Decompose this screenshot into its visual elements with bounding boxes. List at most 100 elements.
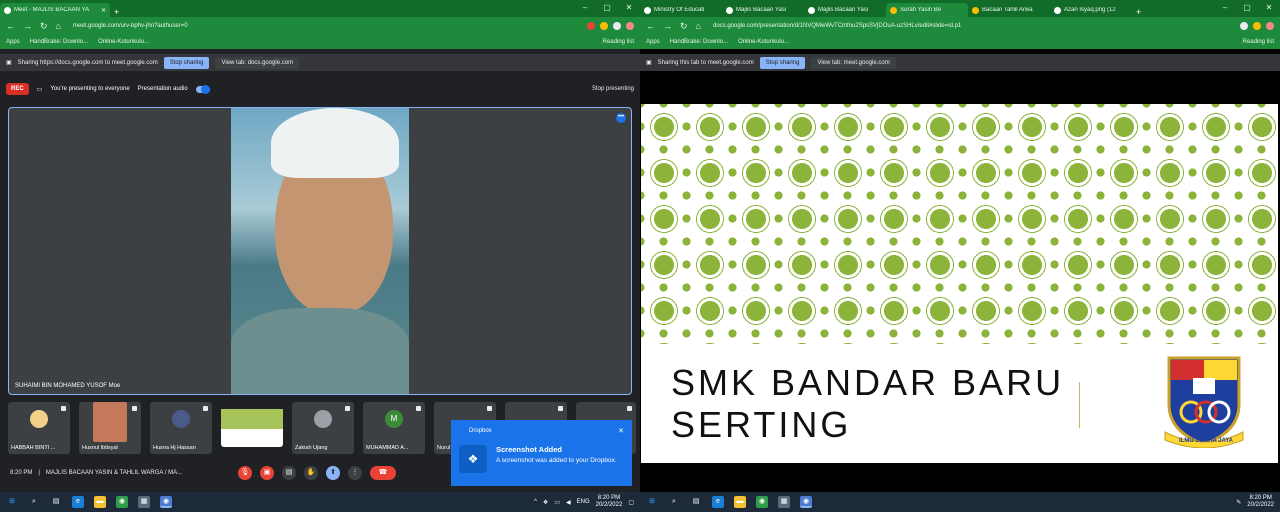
- close-window-icon[interactable]: ✕: [1258, 0, 1280, 17]
- start-icon[interactable]: ⊞: [6, 496, 18, 508]
- volume-icon[interactable]: ◀: [566, 499, 571, 506]
- tab[interactable]: Ministry Of Educati: [640, 3, 722, 17]
- more-options-icon[interactable]: ⋮: [348, 466, 362, 480]
- bookmark-handbrake[interactable]: HandBrake: Downlo...: [30, 39, 88, 45]
- maximize-icon[interactable]: ▢: [1236, 0, 1258, 17]
- participant-tile[interactable]: M MUHAMMAD A...: [363, 402, 425, 454]
- back-icon[interactable]: ←: [6, 21, 15, 31]
- edge-icon[interactable]: e: [72, 496, 84, 508]
- maximize-icon[interactable]: ▢: [596, 0, 618, 17]
- url-field[interactable]: meet.google.com/urv-bphv-jhn?authuser=0: [68, 20, 579, 32]
- avatar-initial: M: [385, 410, 403, 428]
- stop-sharing-button[interactable]: Stop sharing: [759, 56, 806, 69]
- reading-list[interactable]: Reading list: [1243, 39, 1274, 45]
- tab-label: Majlis Bacaan Yasi: [736, 7, 787, 13]
- avatar: [93, 402, 127, 442]
- tab-meet[interactable]: Meet - MAJLIS BACAAN YA ✕: [0, 3, 110, 17]
- network-icon[interactable]: ▭: [554, 499, 560, 506]
- extension-icon[interactable]: [1240, 22, 1248, 30]
- reload-icon[interactable]: ↻: [680, 21, 688, 32]
- clock[interactable]: 8:20 PM 20/2/2022: [1247, 495, 1274, 509]
- home-icon[interactable]: ⌂: [696, 21, 701, 31]
- chrome-icon[interactable]: ◉: [756, 496, 768, 508]
- participant-shirt: [231, 308, 409, 394]
- system-tray: ^ ❖ ▭ ◀ ENG 8:20 PM 20/2/2022 ▢: [534, 495, 634, 509]
- tab[interactable]: Azan Isyaq.png (12: [1050, 3, 1132, 17]
- bookmark-apps[interactable]: Apps: [6, 39, 20, 45]
- stop-sharing-button[interactable]: Stop sharing: [163, 56, 210, 69]
- profile-avatar[interactable]: [626, 22, 634, 30]
- leave-call-button[interactable]: ☎: [370, 466, 396, 480]
- chrome-icon[interactable]: ◉: [116, 496, 128, 508]
- bookmark-online[interactable]: Online-Kotunkulu...: [738, 39, 789, 45]
- participant-tile[interactable]: Zakiah Ujang: [292, 402, 354, 454]
- tab-active[interactable]: Surah Yasin Be: [886, 3, 968, 17]
- view-tab-button[interactable]: View tab: docs.google.com: [215, 56, 300, 69]
- task-view-icon[interactable]: ▤: [690, 496, 702, 508]
- participant-name: HABBAH BINTI ...: [11, 445, 56, 451]
- mic-off-icon[interactable]: 🎙: [238, 466, 252, 480]
- edge-icon[interactable]: e: [712, 496, 724, 508]
- participant-tile[interactable]: Husnul Ibtisyal: [79, 402, 141, 454]
- new-tab-button[interactable]: +: [110, 7, 123, 17]
- more-options-icon[interactable]: •••: [616, 113, 626, 123]
- extension-icon[interactable]: [600, 22, 608, 30]
- mic-off-icon: [416, 406, 421, 411]
- file-explorer-icon[interactable]: ▬: [734, 496, 746, 508]
- camera-off-icon[interactable]: ▣: [260, 466, 274, 480]
- back-icon[interactable]: ←: [646, 21, 655, 31]
- pen-icon[interactable]: ✎: [1236, 499, 1241, 506]
- home-icon[interactable]: ⌂: [56, 21, 61, 31]
- tray-chevron-icon[interactable]: ^: [534, 499, 537, 505]
- close-icon[interactable]: ✕: [618, 427, 624, 435]
- address-bar: ← → ↻ ⌂ docs.google.com/presentation/d/1…: [640, 17, 1280, 35]
- forward-icon[interactable]: →: [663, 21, 672, 31]
- stop-presenting-button[interactable]: Stop presenting: [592, 86, 634, 92]
- file-explorer-icon[interactable]: ▬: [94, 496, 106, 508]
- close-window-icon[interactable]: ✕: [618, 0, 640, 17]
- url-field[interactable]: docs.google.com/presentation/d/1NVQMwWvT…: [708, 20, 1232, 32]
- language-indicator[interactable]: ENG: [577, 499, 590, 505]
- reload-icon[interactable]: ↻: [40, 21, 48, 32]
- reading-list[interactable]: Reading list: [603, 39, 634, 45]
- bookmark-apps[interactable]: Apps: [646, 39, 660, 45]
- notification-icon[interactable]: ▢: [628, 499, 634, 506]
- mic-off-icon: [345, 406, 350, 411]
- tab[interactable]: Bacaan Tahlil Arwa: [968, 3, 1050, 17]
- captions-icon[interactable]: ▤: [282, 466, 296, 480]
- search-icon[interactable]: ⌕: [28, 496, 40, 508]
- presentation-audio-toggle[interactable]: [195, 84, 210, 94]
- extension-icon[interactable]: [587, 22, 595, 30]
- bookmark-handbrake[interactable]: HandBrake: Downlo...: [670, 39, 728, 45]
- tab[interactable]: Majlis Bacaan Yasi: [722, 3, 804, 17]
- present-now-icon[interactable]: ⬆: [326, 466, 340, 480]
- app-icon[interactable]: ▦: [138, 496, 150, 508]
- tab-favicon: [1054, 6, 1061, 14]
- minimize-icon[interactable]: –: [1214, 0, 1236, 17]
- chrome-active-icon[interactable]: ◉: [160, 496, 172, 508]
- dropbox-notification[interactable]: Dropbox ✕ ❖ Screenshot Added A screensho…: [451, 420, 632, 486]
- participant-tile[interactable]: HABBAH BINTI ...: [8, 402, 70, 454]
- slide-thumbnail[interactable]: [221, 409, 283, 447]
- search-icon[interactable]: ⌕: [668, 496, 680, 508]
- chrome-active-icon[interactable]: ◉: [800, 496, 812, 508]
- bookmark-online[interactable]: Online-Kotunkulu...: [98, 39, 149, 45]
- close-icon[interactable]: ✕: [101, 7, 106, 14]
- new-tab-button[interactable]: +: [1132, 7, 1145, 17]
- raise-hand-icon[interactable]: ✋: [304, 466, 318, 480]
- crest-motto: ILMU USAHA JAYA: [1179, 438, 1234, 444]
- app-icon[interactable]: ▦: [778, 496, 790, 508]
- profile-avatar[interactable]: [1266, 22, 1274, 30]
- tab[interactable]: Majlis Bacaan Yasi: [804, 3, 886, 17]
- forward-icon[interactable]: →: [23, 21, 32, 31]
- dropbox-icon[interactable]: ❖: [543, 499, 548, 506]
- clock[interactable]: 8:20 PM 20/2/2022: [596, 495, 623, 509]
- task-view-icon[interactable]: ▤: [50, 496, 62, 508]
- view-tab-button[interactable]: View tab: meet.google.com: [811, 56, 896, 69]
- extension-icon[interactable]: [1253, 22, 1261, 30]
- start-icon[interactable]: ⊞: [646, 496, 658, 508]
- sharing-text: Sharing https://docs.google.com to meet.…: [17, 59, 158, 66]
- participant-tile[interactable]: Husna Hj Hassan: [150, 402, 212, 454]
- extension-icon[interactable]: [613, 22, 621, 30]
- minimize-icon[interactable]: –: [574, 0, 596, 17]
